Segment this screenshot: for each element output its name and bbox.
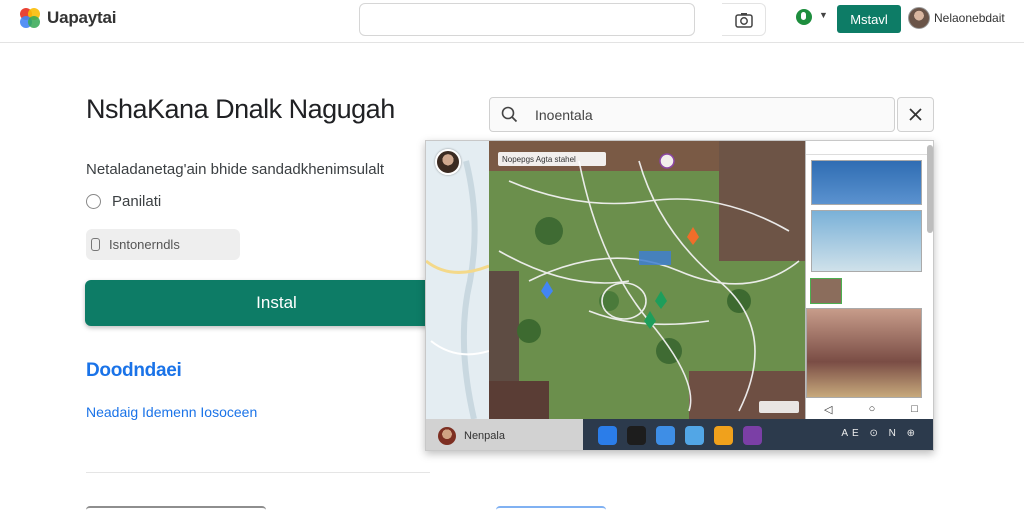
taskbar-app-icon[interactable] (714, 426, 733, 445)
top-bar: Uapaytai ▼ Mstavl Nelaonebdait (0, 0, 1024, 43)
avatar (438, 426, 456, 445)
search-input[interactable]: Inoentala (489, 97, 895, 132)
install-button[interactable]: Instal (85, 280, 468, 326)
taskbar: Nenpala AE ⊙ N ⊕ (426, 419, 933, 450)
bottom-link-fragment[interactable] (496, 506, 606, 516)
app-preview-screenshot: Nopepgs Agta stahel ◁ ○ □ Nenpala AE ⊙ N… (425, 140, 934, 451)
mini-map-strip (426, 141, 490, 420)
taskbar-apps (598, 426, 772, 445)
mini-map-graphic (426, 160, 490, 420)
taskbar-app-icon[interactable] (598, 426, 617, 445)
download-link[interactable]: Neadaig Idemenn Iosoceen (86, 404, 257, 420)
taskbar-app-icon[interactable] (627, 426, 646, 445)
download-heading: Doodndaei (86, 360, 182, 381)
radio-option[interactable]: Panilati (86, 193, 161, 210)
page-title: NshaKana Dnalk Nagugah (86, 94, 395, 124)
lens-icon (735, 13, 753, 28)
chevron-down-icon[interactable]: ▼ (819, 10, 828, 20)
divider (86, 472, 430, 473)
taskbar-app-icon[interactable] (743, 426, 762, 445)
radio-icon[interactable] (86, 194, 101, 209)
user-name[interactable]: Nelaonebdait (934, 11, 1005, 25)
search-value: Inoentala (535, 106, 593, 123)
panel-nav: ◁ ○ □ (806, 399, 933, 419)
close-icon (909, 108, 922, 121)
profile-icon[interactable] (796, 9, 812, 25)
lens-button[interactable] (722, 3, 766, 36)
satellite-map[interactable]: Nopepgs Agta stahel (489, 141, 805, 419)
back-icon[interactable]: ◁ (824, 403, 832, 416)
info-chip[interactable]: Isntonerndls (86, 229, 240, 260)
taskbar-user-name: Nenpala (464, 429, 505, 442)
photo-thumbnail[interactable] (811, 210, 922, 272)
taskbar-app-icon[interactable] (685, 426, 704, 445)
recents-icon[interactable]: □ (911, 403, 918, 415)
photo-thumbnail[interactable] (811, 160, 922, 205)
home-icon[interactable]: ○ (869, 403, 876, 415)
avatar[interactable] (908, 7, 930, 29)
map-label: Nopepgs Agta stahel (498, 152, 606, 166)
chip-label: Isntonerndls (109, 237, 180, 252)
brand-name[interactable]: Uapaytai (47, 8, 116, 28)
avatar[interactable] (435, 149, 461, 175)
radio-label: Panilati (112, 193, 162, 210)
photo-thumbnail[interactable] (810, 278, 842, 304)
chip-icon (91, 238, 100, 251)
close-button[interactable] (897, 97, 934, 132)
map-scale (759, 401, 799, 413)
taskbar-app-icon[interactable] (656, 426, 675, 445)
top-search-input[interactable] (359, 3, 695, 36)
bottom-text-fragment (86, 506, 266, 516)
app-logo-icon[interactable] (18, 6, 42, 30)
scrollbar[interactable] (927, 145, 933, 233)
photo-thumbnail[interactable] (806, 308, 922, 398)
taskbar-user[interactable]: Nenpala (426, 419, 583, 450)
panel-top-strip (806, 141, 933, 155)
map-graphic (489, 141, 805, 419)
page-subtitle: Netaladanetag'ain bhide sandadkhenimsula… (86, 161, 385, 178)
panel-row (806, 277, 922, 305)
search-icon (501, 106, 518, 123)
system-tray[interactable]: AE ⊙ N ⊕ (841, 428, 919, 439)
photo-side-panel: ◁ ○ □ (805, 141, 933, 419)
header-install-button[interactable]: Mstavl (837, 5, 901, 33)
